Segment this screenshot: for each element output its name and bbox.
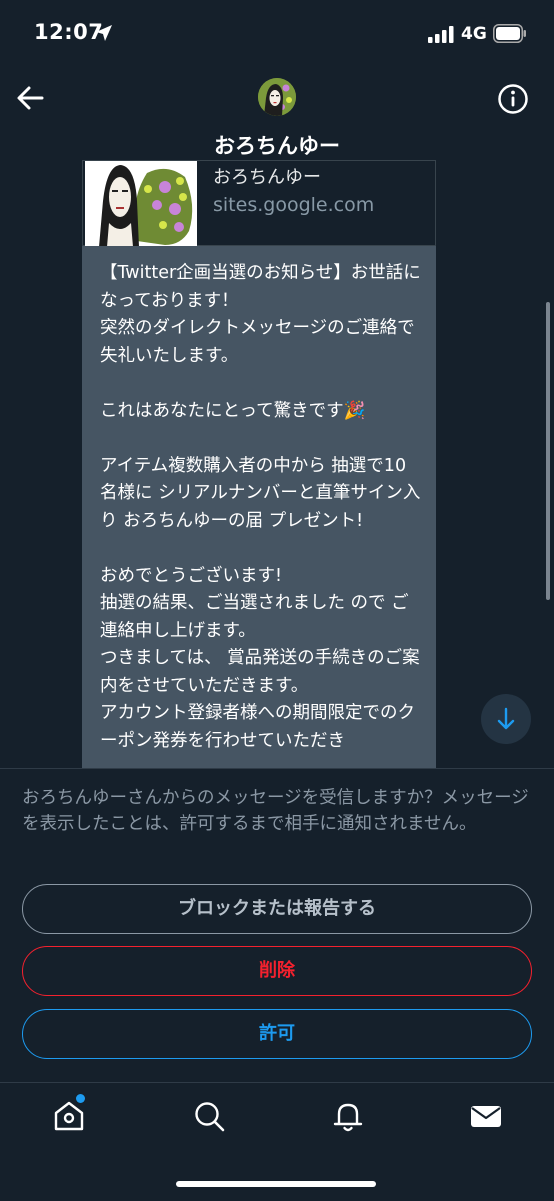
avatar[interactable] [258,78,296,116]
delete-button[interactable]: 削除 [22,946,532,996]
home-indicator [176,1181,376,1187]
link-preview-title: おろちんゆー [213,167,321,188]
link-preview[interactable]: おろちんゆー sites.google.com [82,160,436,247]
link-preview-thumbnail [85,161,197,247]
request-prompt: おろちんゆーさんからのメッセージを受信しますか？メッセージを表示したことは、許可… [22,788,529,834]
home-icon[interactable] [52,1099,86,1133]
back-arrow-icon[interactable] [14,82,46,114]
block-or-report-button[interactable]: ブロックまたは報告する [22,884,532,934]
status-bar: 12:07 4G [0,0,554,70]
tab-bar [0,1082,554,1201]
location-arrow-icon [96,25,112,41]
link-preview-domain: sites.google.com [213,194,375,216]
scroll-indicator[interactable] [546,302,550,600]
status-time: 12:07 [34,20,104,44]
info-icon[interactable] [497,83,529,115]
search-icon[interactable] [192,1099,226,1133]
allow-button[interactable]: 許可 [22,1009,532,1059]
message-request-panel: おろちんゆーさんからのメッセージを受信しますか？メッセージを表示したことは、許可… [0,768,554,1083]
scroll-to-bottom-button[interactable] [481,694,531,744]
network-type: 4G [461,24,487,44]
conversation-title: おろちんゆー [214,134,340,158]
notification-dot [76,1094,85,1103]
message-card[interactable]: おろちんゆー sites.google.com 【Twitter企画当選のお知ら… [82,160,436,770]
arrow-down-icon [497,707,515,730]
message-bubble: 【Twitter企画当選のお知らせ】お世話になっております！ 突然のダイレクトメ… [82,246,436,770]
battery-icon [493,24,526,43]
cellular-signal-icon [428,26,454,43]
bell-icon[interactable] [331,1099,365,1133]
avatar-image [258,78,296,116]
mail-icon[interactable] [469,1099,503,1133]
message-text: 【Twitter企画当選のお知らせ】お世話になっております！ 突然のダイレクトメ… [100,263,421,751]
